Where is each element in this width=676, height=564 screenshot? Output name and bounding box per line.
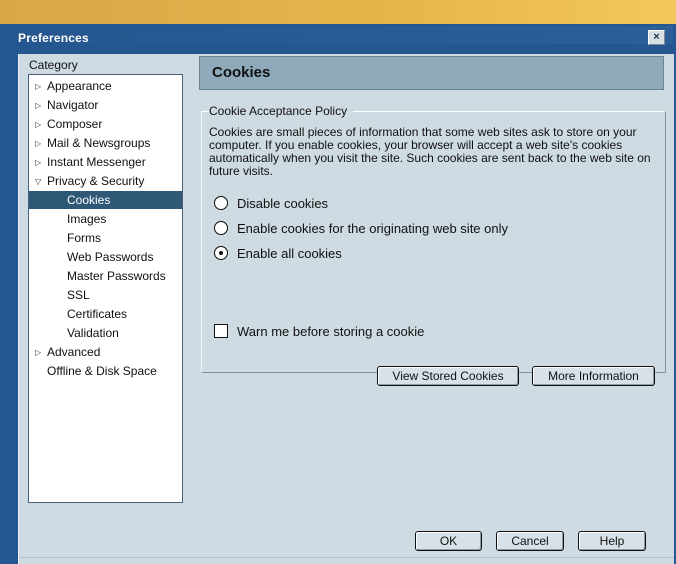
- expand-icon[interactable]: ▷: [35, 116, 43, 134]
- warn-cookie-option[interactable]: Warn me before storing a cookie: [214, 324, 424, 339]
- category-item-advanced[interactable]: ▷ Advanced: [35, 343, 100, 361]
- disable-cookies-option[interactable]: Disable cookies: [214, 196, 328, 211]
- more-information-button[interactable]: More Information: [532, 366, 655, 386]
- page-title: Cookies: [212, 64, 271, 81]
- category-item-images[interactable]: Images: [67, 210, 157, 228]
- expand-icon[interactable]: ▷: [35, 344, 43, 362]
- category-label: Category: [29, 58, 78, 72]
- title-bar: Preferences ×: [8, 26, 673, 45]
- window-title: Preferences: [18, 31, 89, 45]
- ok-button[interactable]: OK: [415, 531, 482, 551]
- category-item-privacy-security[interactable]: ▽ Privacy & Security: [35, 172, 144, 190]
- expand-icon[interactable]: ▷: [35, 78, 43, 96]
- category-item-navigator[interactable]: ▷ Navigator: [35, 96, 98, 114]
- view-stored-cookies-button[interactable]: View Stored Cookies: [377, 366, 519, 386]
- preferences-window: Preferences × Category ▷ Appearance ▷ Navi…: [0, 24, 676, 564]
- category-item-forms[interactable]: Forms: [67, 229, 157, 247]
- preferences-content: Category ▷ Appearance ▷ Navigator ▷ Compose…: [18, 54, 674, 564]
- selected-radio-icon[interactable]: [214, 246, 228, 260]
- radio-icon[interactable]: [214, 221, 228, 235]
- help-button[interactable]: Help: [578, 531, 646, 551]
- collapse-icon[interactable]: ▽: [35, 173, 43, 191]
- expand-icon[interactable]: ▷: [35, 154, 43, 172]
- expand-icon[interactable]: ▷: [35, 135, 43, 153]
- category-tree[interactable]: ▷ Appearance ▷ Navigator ▷ Composer ▷ Mail &…: [28, 74, 183, 503]
- expand-icon[interactable]: ▷: [35, 97, 43, 115]
- top-background: [0, 0, 676, 24]
- category-item-ssl[interactable]: SSL: [67, 286, 157, 304]
- enable-all-option[interactable]: Enable all cookies: [214, 246, 342, 261]
- category-item-validation[interactable]: Validation: [67, 324, 157, 342]
- enable-originating-option[interactable]: Enable cookies for the originating web s…: [214, 221, 508, 236]
- cookie-description: Cookies are small pieces of information …: [209, 125, 651, 178]
- category-item-mail-newsgroups[interactable]: ▷ Mail & Newsgroups: [35, 134, 150, 152]
- category-item-cookies[interactable]: Cookies: [29, 191, 182, 209]
- category-item-instant-messenger[interactable]: ▷ Instant Messenger: [35, 153, 146, 171]
- category-item-web-passwords[interactable]: Web Passwords: [67, 248, 157, 266]
- close-icon[interactable]: ×: [648, 30, 665, 45]
- category-item-offline-disk-space[interactable]: Offline & Disk Space: [47, 362, 157, 380]
- category-item-master-passwords[interactable]: Master Passwords: [67, 267, 166, 285]
- category-item-appearance[interactable]: ▷ Appearance: [35, 77, 112, 95]
- policy-title: Cookie Acceptance Policy: [209, 104, 354, 118]
- checkbox-icon[interactable]: [214, 324, 228, 338]
- radio-icon[interactable]: [214, 196, 228, 210]
- category-item-certificates[interactable]: Certificates: [67, 305, 157, 323]
- footer-divider: [19, 557, 674, 558]
- cancel-button[interactable]: Cancel: [496, 531, 564, 551]
- section-header: Cookies: [199, 56, 664, 90]
- category-item-composer[interactable]: ▷ Composer: [35, 115, 102, 133]
